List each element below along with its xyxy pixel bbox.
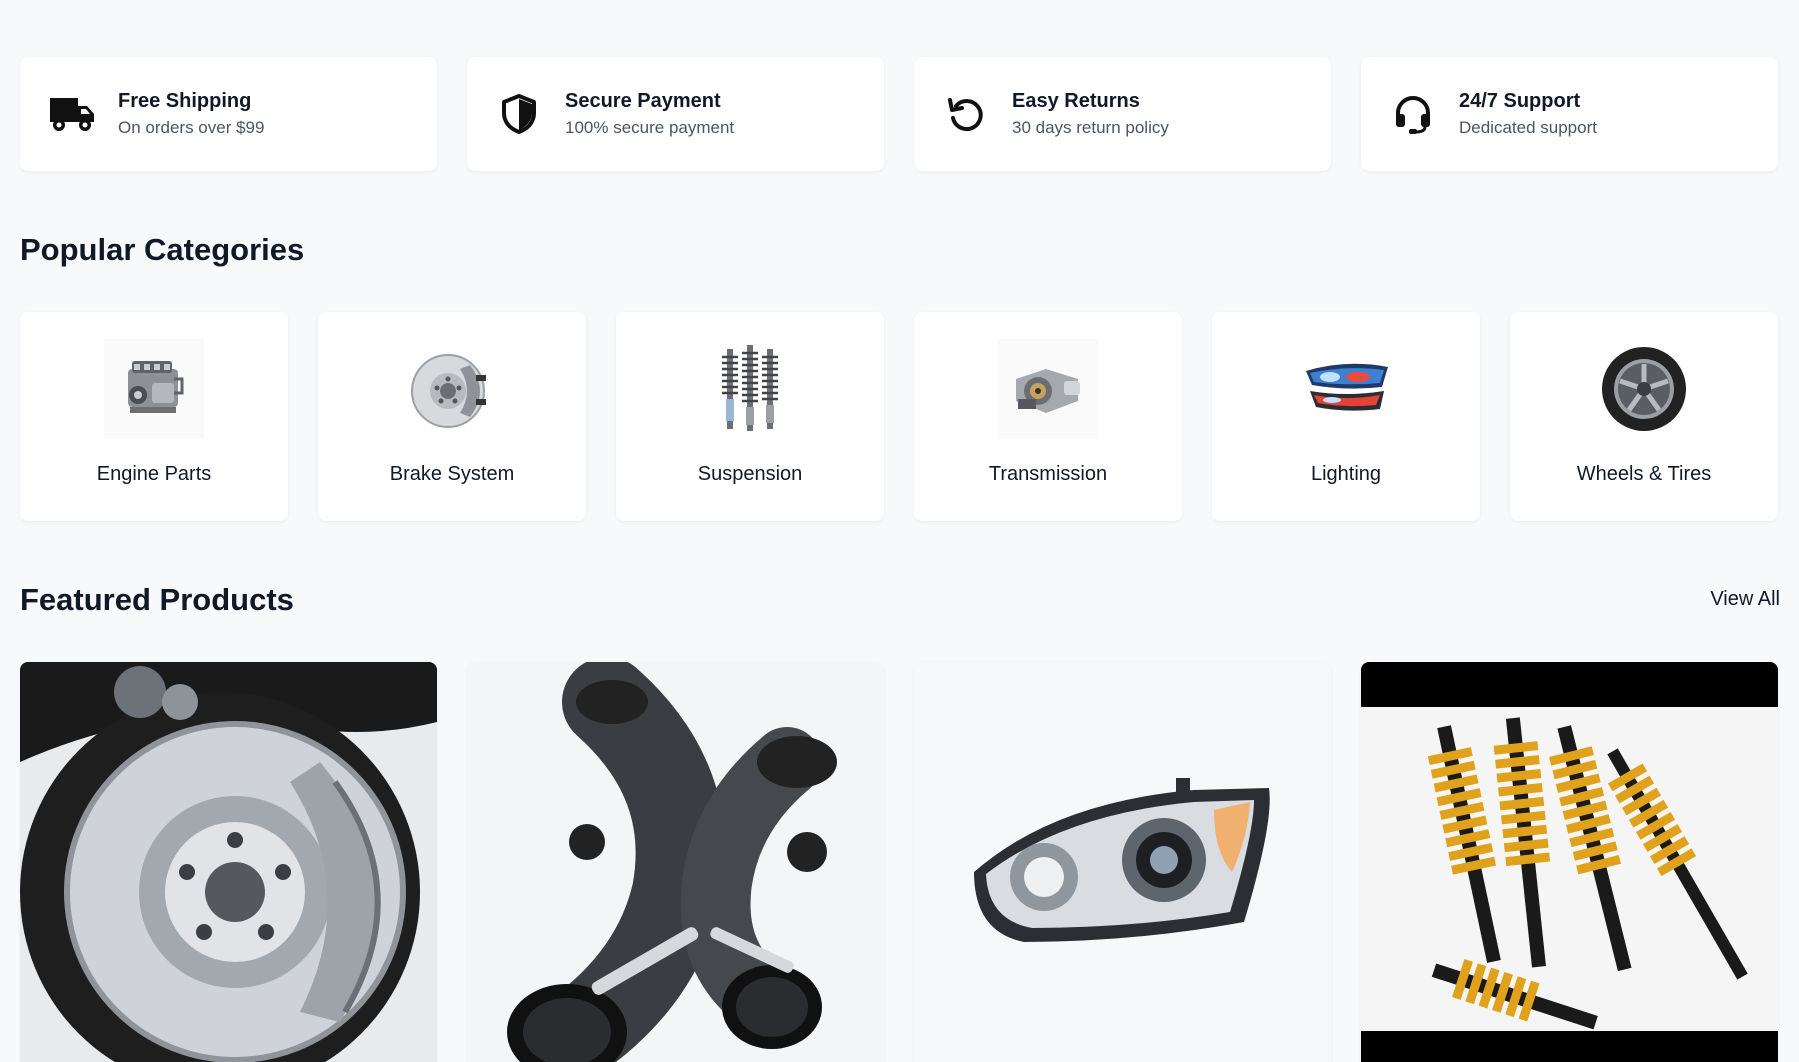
category-engine-parts[interactable]: Engine Parts — [20, 312, 288, 521]
carbon-intake-pipe-image — [467, 662, 884, 1062]
feature-free-shipping: Free Shipping On orders over $99 — [20, 57, 437, 171]
product-card-brake-disc[interactable] — [20, 662, 437, 1062]
category-lighting[interactable]: Lighting — [1212, 312, 1480, 521]
page: Free Shipping On orders over $99 Secure … — [0, 0, 1799, 1062]
category-suspension[interactable]: Suspension — [616, 312, 884, 521]
truck-icon — [48, 90, 96, 138]
product-card-coilovers[interactable] — [1361, 662, 1778, 1062]
headlight-assembly-image — [914, 662, 1331, 1062]
categories-title: Popular Categories — [20, 232, 305, 267]
category-label: Suspension — [697, 463, 803, 485]
headset-icon — [1389, 90, 1437, 138]
featured-title: Featured Products — [20, 582, 294, 617]
wheel-image — [1594, 339, 1694, 439]
coilover-kit-image — [1361, 662, 1778, 1062]
view-all-link[interactable]: View All — [1710, 588, 1780, 611]
feature-support: 24/7 Support Dedicated support — [1361, 57, 1778, 171]
headlight-image — [1296, 339, 1396, 439]
shock-absorbers-image — [700, 339, 800, 439]
feature-title: Free Shipping — [118, 90, 252, 112]
category-label: Brake System — [389, 463, 515, 485]
brake-disc-caliper-image — [20, 662, 437, 1062]
feature-subtitle: 30 days return policy — [1012, 118, 1169, 137]
category-label: Lighting — [1310, 463, 1382, 485]
return-icon — [942, 90, 990, 138]
feature-subtitle: On orders over $99 — [118, 118, 265, 137]
feature-title: Secure Payment — [565, 90, 721, 112]
category-brake-system[interactable]: Brake System — [318, 312, 586, 521]
transmission-image — [998, 339, 1098, 439]
products-grid — [20, 662, 1780, 1062]
category-transmission[interactable]: Transmission — [914, 312, 1182, 521]
category-label: Transmission — [988, 463, 1108, 485]
category-wheels-tires[interactable]: Wheels & Tires — [1510, 312, 1778, 521]
category-label: Engine Parts — [96, 463, 212, 485]
engine-image — [104, 339, 204, 439]
category-label: Wheels & Tires — [1576, 463, 1712, 485]
product-card-intake-pipe[interactable] — [467, 662, 884, 1062]
feature-subtitle: 100% secure payment — [565, 118, 735, 137]
product-card-headlight[interactable] — [914, 662, 1331, 1062]
brake-rotor-image — [402, 339, 502, 439]
feature-easy-returns: Easy Returns 30 days return policy — [914, 57, 1331, 171]
features-bar: Free Shipping On orders over $99 Secure … — [20, 57, 1780, 171]
feature-subtitle: Dedicated support — [1459, 118, 1597, 137]
shield-icon — [495, 90, 543, 138]
feature-title: 24/7 Support — [1459, 90, 1581, 112]
categories-grid: Engine Parts Brake System Suspension Tra… — [20, 312, 1780, 521]
feature-title: Easy Returns — [1012, 90, 1140, 112]
feature-secure-payment: Secure Payment 100% secure payment — [467, 57, 884, 171]
